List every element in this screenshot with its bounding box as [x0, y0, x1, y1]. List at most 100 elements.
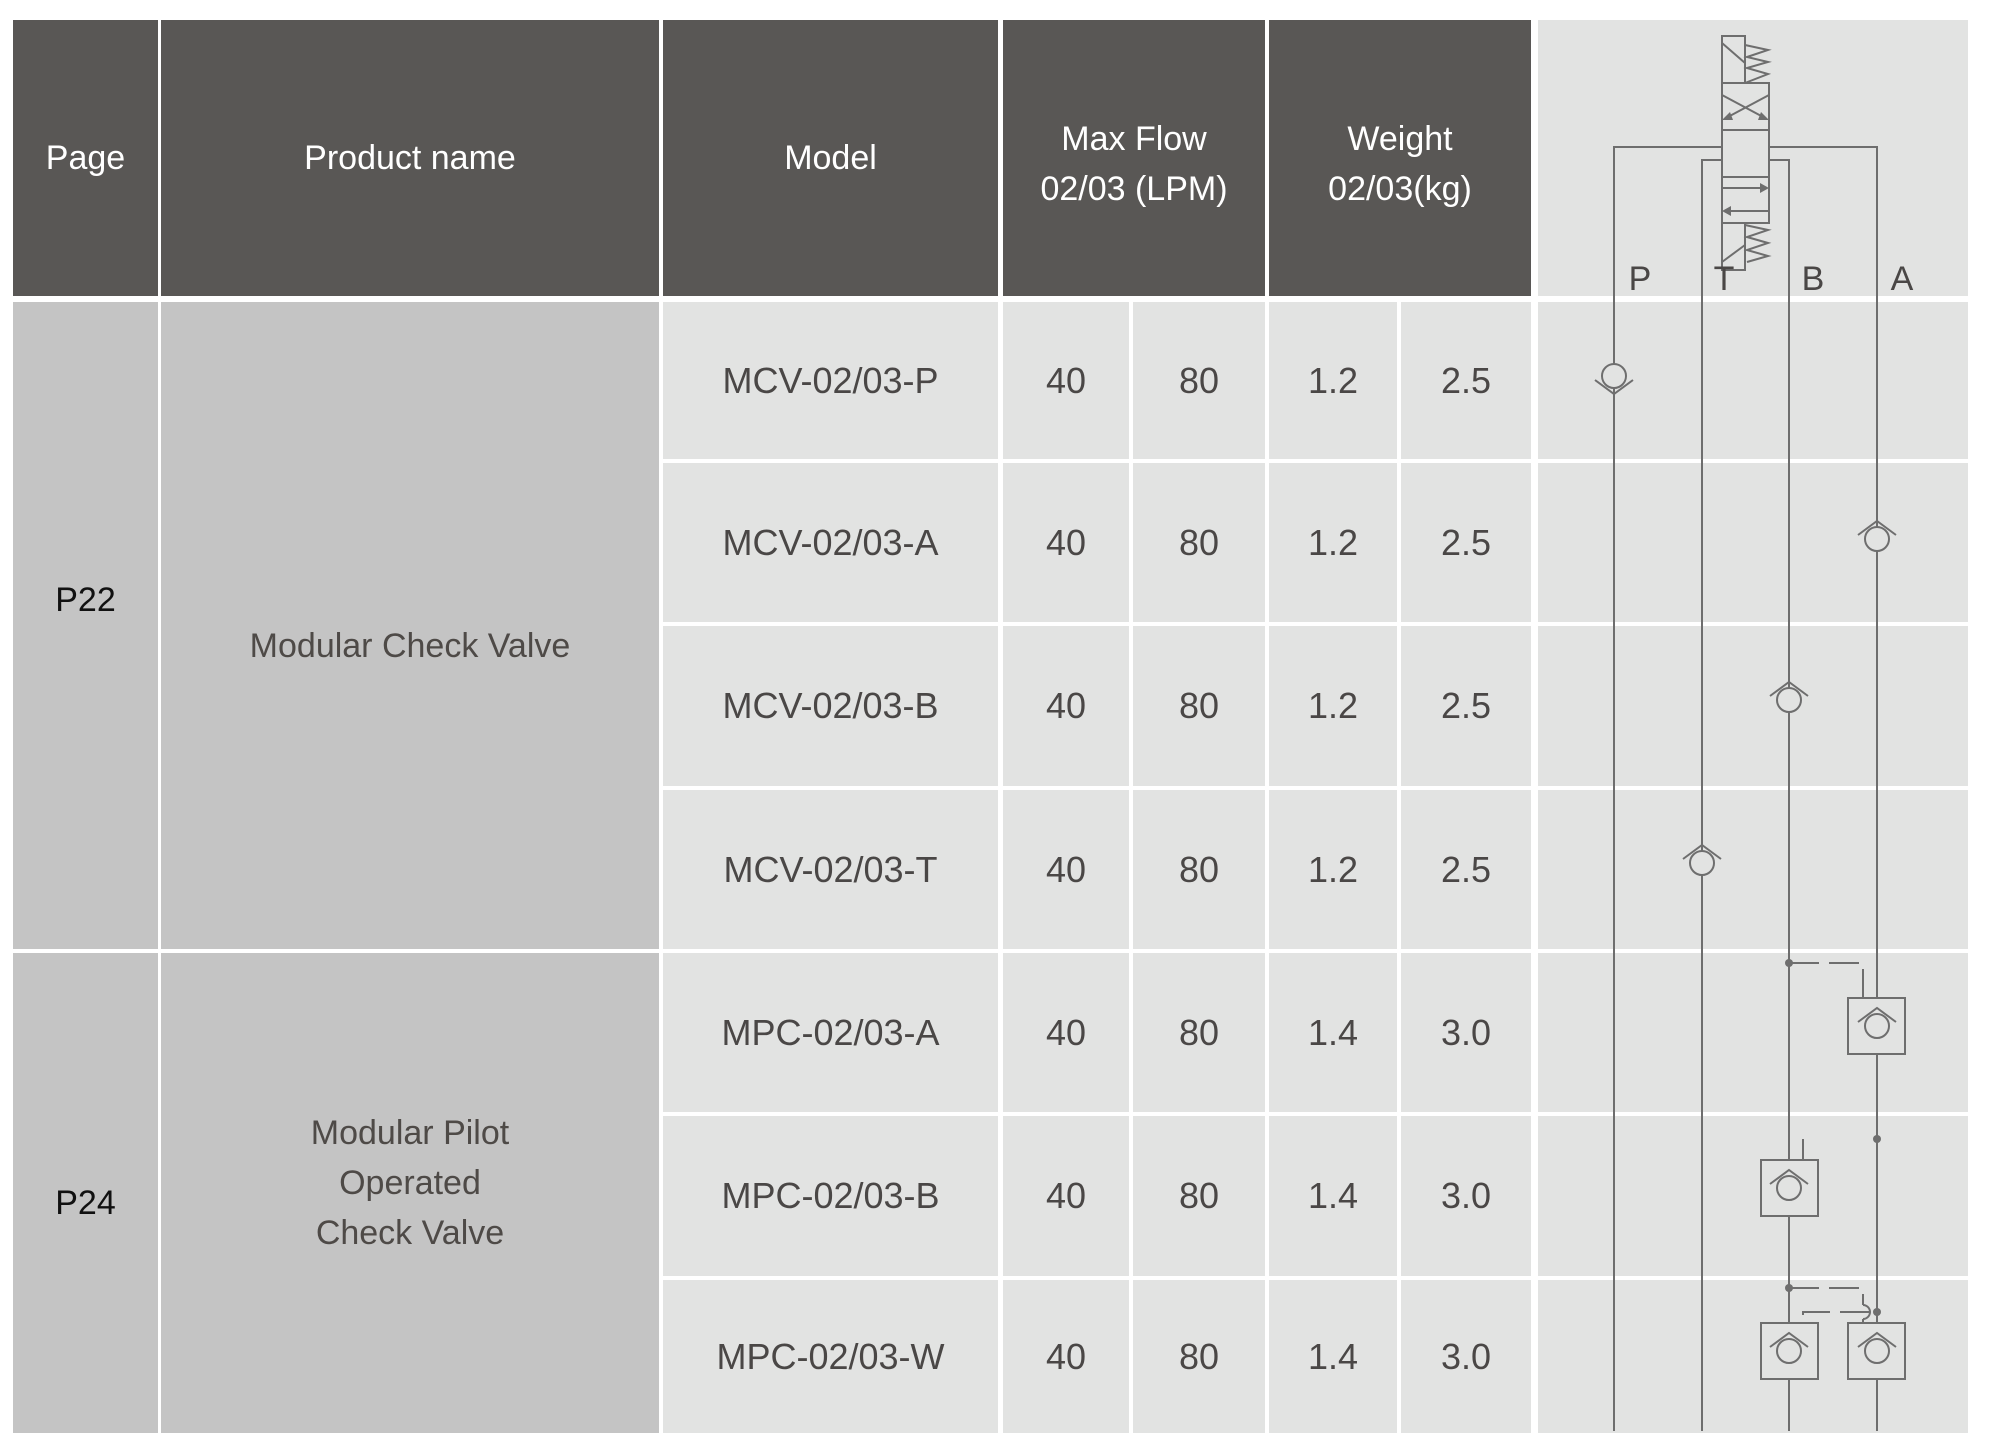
- cell-flow-02: 40: [1003, 626, 1129, 786]
- cell-weight-02: 1.2: [1269, 463, 1397, 622]
- cell-weight-02: 1.4: [1269, 953, 1397, 1112]
- cell-value: MPC-02/03-W: [716, 1335, 945, 1377]
- cell-flow-02: 40: [1003, 302, 1129, 459]
- cell-flow-02: 40: [1003, 1280, 1129, 1433]
- header-model-label: Model: [784, 139, 877, 177]
- cell-value: 80: [1178, 1335, 1220, 1377]
- cell-value: 1.2: [1307, 521, 1359, 563]
- group-page-label: P22: [55, 581, 116, 619]
- symbol-cell: [1538, 626, 1968, 786]
- cell-value: 1.2: [1307, 359, 1359, 401]
- cell-flow-03: 80: [1133, 463, 1265, 622]
- header-max-flow-line2: 02/03 (LPM): [1040, 170, 1228, 208]
- cell-value: MCV-02/03-B: [722, 685, 939, 726]
- cell-value: 1.4: [1307, 1175, 1359, 1216]
- cell-weight-03: 3.0: [1401, 953, 1531, 1112]
- cell-value: 40: [1045, 848, 1087, 890]
- cell-value: MCV-02/03-P: [722, 359, 939, 401]
- cell-flow-03: 80: [1133, 1116, 1265, 1276]
- product-name-line: Modular Pilot: [310, 1114, 510, 1152]
- cell-weight-02: 1.2: [1269, 626, 1397, 786]
- cell-flow-03: 80: [1133, 1280, 1265, 1433]
- cell-value: 80: [1178, 848, 1220, 890]
- cell-value: 80: [1178, 521, 1220, 563]
- cell-model: MPC-02/03-B: [663, 1116, 998, 1276]
- cell-value: MPC-02/03-A: [721, 1011, 940, 1053]
- group-product-name-mpc: Modular Pilot Operated Check Valve: [161, 953, 659, 1433]
- cell-value: 3.0: [1440, 1335, 1492, 1377]
- cell-value: 2.5: [1440, 848, 1492, 890]
- symbol-cell: [1538, 1280, 1968, 1433]
- product-name-line: Operated: [339, 1164, 481, 1202]
- group-page-p22: P22: [13, 302, 158, 949]
- cell-flow-03: 80: [1133, 790, 1265, 949]
- cell-value: MPC-02/03-B: [721, 1175, 940, 1216]
- cell-flow-03: 80: [1133, 626, 1265, 786]
- cell-value: 1.4: [1307, 1011, 1359, 1053]
- cell-flow-03: 80: [1133, 953, 1265, 1112]
- cell-model: MPC-02/03-W: [663, 1280, 998, 1433]
- cell-value: 2.5: [1440, 521, 1492, 563]
- symbol-cell: [1538, 953, 1968, 1112]
- header-max-flow: Max Flow 02/03 (LPM): [1003, 20, 1265, 296]
- cell-value: 40: [1045, 1175, 1087, 1216]
- header-weight-line2: 02/03(kg): [1328, 170, 1472, 208]
- header-model: Model: [663, 20, 998, 296]
- header-product-name: Product name: [161, 20, 659, 296]
- cell-value: 80: [1178, 1175, 1220, 1216]
- symbol-cell: [1538, 463, 1968, 622]
- cell-weight-03: 3.0: [1401, 1280, 1531, 1433]
- cell-weight-03: 3.0: [1401, 1116, 1531, 1276]
- cell-weight-02: 1.4: [1269, 1116, 1397, 1276]
- product-name-line: Modular Check Valve: [249, 626, 571, 665]
- cell-model: MPC-02/03-A: [663, 953, 998, 1112]
- header-page: Page: [13, 20, 158, 296]
- cell-weight-03: 2.5: [1401, 790, 1531, 949]
- cell-weight-02: 1.2: [1269, 302, 1397, 459]
- group-page-label: P24: [55, 1183, 116, 1222]
- cell-flow-02: 40: [1003, 790, 1129, 949]
- cell-flow-03: 80: [1133, 302, 1265, 459]
- cell-value: 2.5: [1440, 685, 1492, 726]
- header-weight: Weight 02/03(kg): [1269, 20, 1531, 296]
- cell-flow-02: 40: [1003, 953, 1129, 1112]
- cell-model: MCV-02/03-T: [663, 790, 998, 949]
- symbol-cell: [1538, 1116, 1968, 1276]
- header-page-label: Page: [45, 139, 126, 177]
- header-product-name-label: Product name: [304, 139, 516, 177]
- symbol-cell: [1538, 790, 1968, 949]
- cell-weight-02: 1.2: [1269, 790, 1397, 949]
- cell-weight-03: 2.5: [1401, 302, 1531, 459]
- cell-flow-02: 40: [1003, 1116, 1129, 1276]
- cell-model: MCV-02/03-A: [663, 463, 998, 622]
- header-weight-line1: Weight: [1347, 120, 1453, 158]
- cell-value: 1.2: [1307, 848, 1359, 890]
- cell-value: 80: [1178, 359, 1220, 401]
- cell-model: MCV-02/03-P: [663, 302, 998, 459]
- cell-value: 40: [1045, 685, 1087, 726]
- cell-weight-02: 1.4: [1269, 1280, 1397, 1433]
- cell-value: 40: [1045, 359, 1087, 401]
- cell-value: 1.4: [1307, 1335, 1359, 1377]
- cell-value: 3.0: [1440, 1011, 1492, 1053]
- group-page-p24: P24: [13, 953, 158, 1433]
- cell-value: 40: [1045, 1335, 1087, 1377]
- cell-weight-03: 2.5: [1401, 463, 1531, 622]
- cell-value: MCV-02/03-A: [722, 521, 939, 563]
- cell-value: 80: [1178, 1011, 1220, 1053]
- cell-value: MCV-02/03-T: [723, 848, 938, 890]
- symbol-cell: [1538, 302, 1968, 459]
- cell-value: 2.5: [1440, 359, 1492, 401]
- cell-value: 40: [1045, 1011, 1087, 1053]
- cell-value: 3.0: [1440, 1175, 1492, 1216]
- group-product-name-mcv: Modular Check Valve: [161, 302, 659, 949]
- cell-value: 80: [1178, 685, 1220, 726]
- cell-value: 1.2: [1307, 685, 1359, 726]
- header-symbol-panel: [1538, 20, 1968, 296]
- cell-value: 40: [1045, 521, 1087, 563]
- header-max-flow-line1: Max Flow: [1061, 120, 1207, 158]
- cell-model: MCV-02/03-B: [663, 626, 998, 786]
- cell-flow-02: 40: [1003, 463, 1129, 622]
- product-name-line: Check Valve: [315, 1214, 505, 1252]
- cell-weight-03: 2.5: [1401, 626, 1531, 786]
